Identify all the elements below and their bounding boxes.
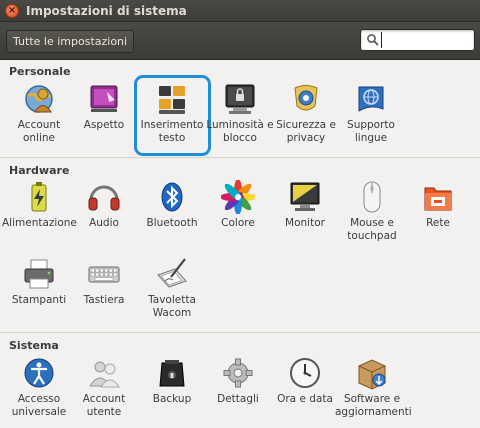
item-bluetooth[interactable]: Bluetooth (135, 180, 209, 230)
item-monitor[interactable]: Monitor (268, 180, 342, 230)
item-label: Audio (89, 217, 119, 229)
item-label: Mouse e touchpad (347, 217, 397, 242)
item-label: Colore (221, 217, 255, 229)
item-label: Accesso universale (11, 393, 67, 418)
text-entry-icon (159, 86, 185, 114)
all-settings-button[interactable]: Tutte le impostazioni (6, 30, 135, 53)
close-window-button[interactable]: × (5, 4, 19, 18)
item-dettagli[interactable]: Dettagli (201, 356, 275, 406)
item-alimentazione[interactable]: Alimentazione (2, 180, 77, 230)
item-label: Ora e data (277, 393, 333, 405)
item-label: Aspetto (83, 119, 125, 131)
window-title: Impostazioni di sistema (26, 4, 187, 18)
item-account-utente[interactable]: Account utente (67, 356, 141, 418)
item-supporto-lingue[interactable]: Supporto lingue (334, 82, 408, 144)
toolbar: Tutte le impostazioni (0, 22, 480, 60)
item-label: Sicurezza e privacy (276, 119, 336, 144)
item-label: Tavoletta Wacom (148, 294, 196, 319)
network-icon (424, 187, 452, 211)
printer-icon (24, 259, 54, 289)
item-label: Monitor (285, 217, 325, 229)
backup-icon (159, 360, 185, 387)
item-label: Dettagli (217, 393, 259, 405)
mouse-icon (363, 181, 381, 213)
user-accounts-icon (89, 361, 120, 388)
item-label: Account utente (82, 393, 126, 418)
item-label: Bluetooth (146, 217, 198, 229)
security-privacy-icon (294, 85, 318, 111)
item-label: Inserimento testo (140, 119, 204, 144)
item-label: Alimentazione (2, 217, 77, 229)
item-ora-data[interactable]: Ora e data (268, 356, 342, 406)
item-label: Tastiera (83, 294, 125, 306)
details-icon (223, 358, 253, 388)
item-colore[interactable]: Colore (201, 180, 275, 230)
section-divider (0, 332, 480, 333)
search-input[interactable] (381, 32, 469, 48)
item-mouse-touchpad[interactable]: Mouse e touchpad (335, 180, 409, 242)
universal-access-icon (24, 358, 54, 388)
item-audio[interactable]: Audio (67, 180, 141, 230)
item-aspetto[interactable]: Aspetto (67, 82, 141, 132)
item-stampanti[interactable]: Stampanti (2, 257, 76, 307)
item-backup[interactable]: Backup (135, 356, 209, 406)
item-label: Backup (152, 393, 192, 405)
wacom-tablet-icon (157, 258, 187, 288)
item-tastiera[interactable]: Tastiera (67, 257, 141, 307)
monitor-icon (290, 182, 320, 211)
item-tavoletta-wacom[interactable]: Tavoletta Wacom (135, 257, 209, 319)
item-sicurezza-privacy[interactable]: Sicurezza e privacy (269, 82, 343, 144)
search-icon (367, 34, 379, 46)
bluetooth-icon (161, 182, 183, 212)
item-label: Software e aggiornamenti (335, 393, 412, 418)
language-support-icon (358, 86, 384, 112)
section-title-sistema: Sistema (9, 339, 59, 352)
item-label: Rete (426, 217, 450, 229)
brightness-lock-icon (225, 84, 255, 114)
color-icon (221, 180, 255, 214)
item-rete[interactable]: Rete (401, 180, 475, 230)
item-software-aggiornamenti[interactable]: Software e aggiornamenti (335, 356, 412, 418)
item-inserimento-testo[interactable]: Inserimento testo (135, 82, 209, 144)
section-title-hardware: Hardware (9, 164, 70, 177)
section-title-personale: Personale (9, 65, 71, 78)
audio-icon (88, 185, 120, 211)
item-label: Stampanti (11, 294, 67, 306)
item-account-online[interactable]: Account online (2, 82, 76, 144)
power-icon (31, 182, 47, 212)
section-divider (0, 157, 480, 158)
software-updates-icon (358, 359, 386, 390)
item-luminosita-blocco[interactable]: Luminosità e blocco (203, 82, 277, 144)
item-label: Supporto lingue (347, 119, 395, 144)
clock-icon (290, 358, 320, 388)
title-bar: × Impostazioni di sistema (0, 0, 480, 22)
keyboard-icon (88, 266, 120, 283)
item-label: Luminosità e blocco (206, 119, 274, 144)
account-online-icon (25, 85, 53, 113)
appearance-icon (90, 85, 118, 112)
item-accesso-universale[interactable]: Accesso universale (2, 356, 76, 418)
item-label: Account online (17, 119, 61, 144)
search-box[interactable] (360, 29, 475, 51)
